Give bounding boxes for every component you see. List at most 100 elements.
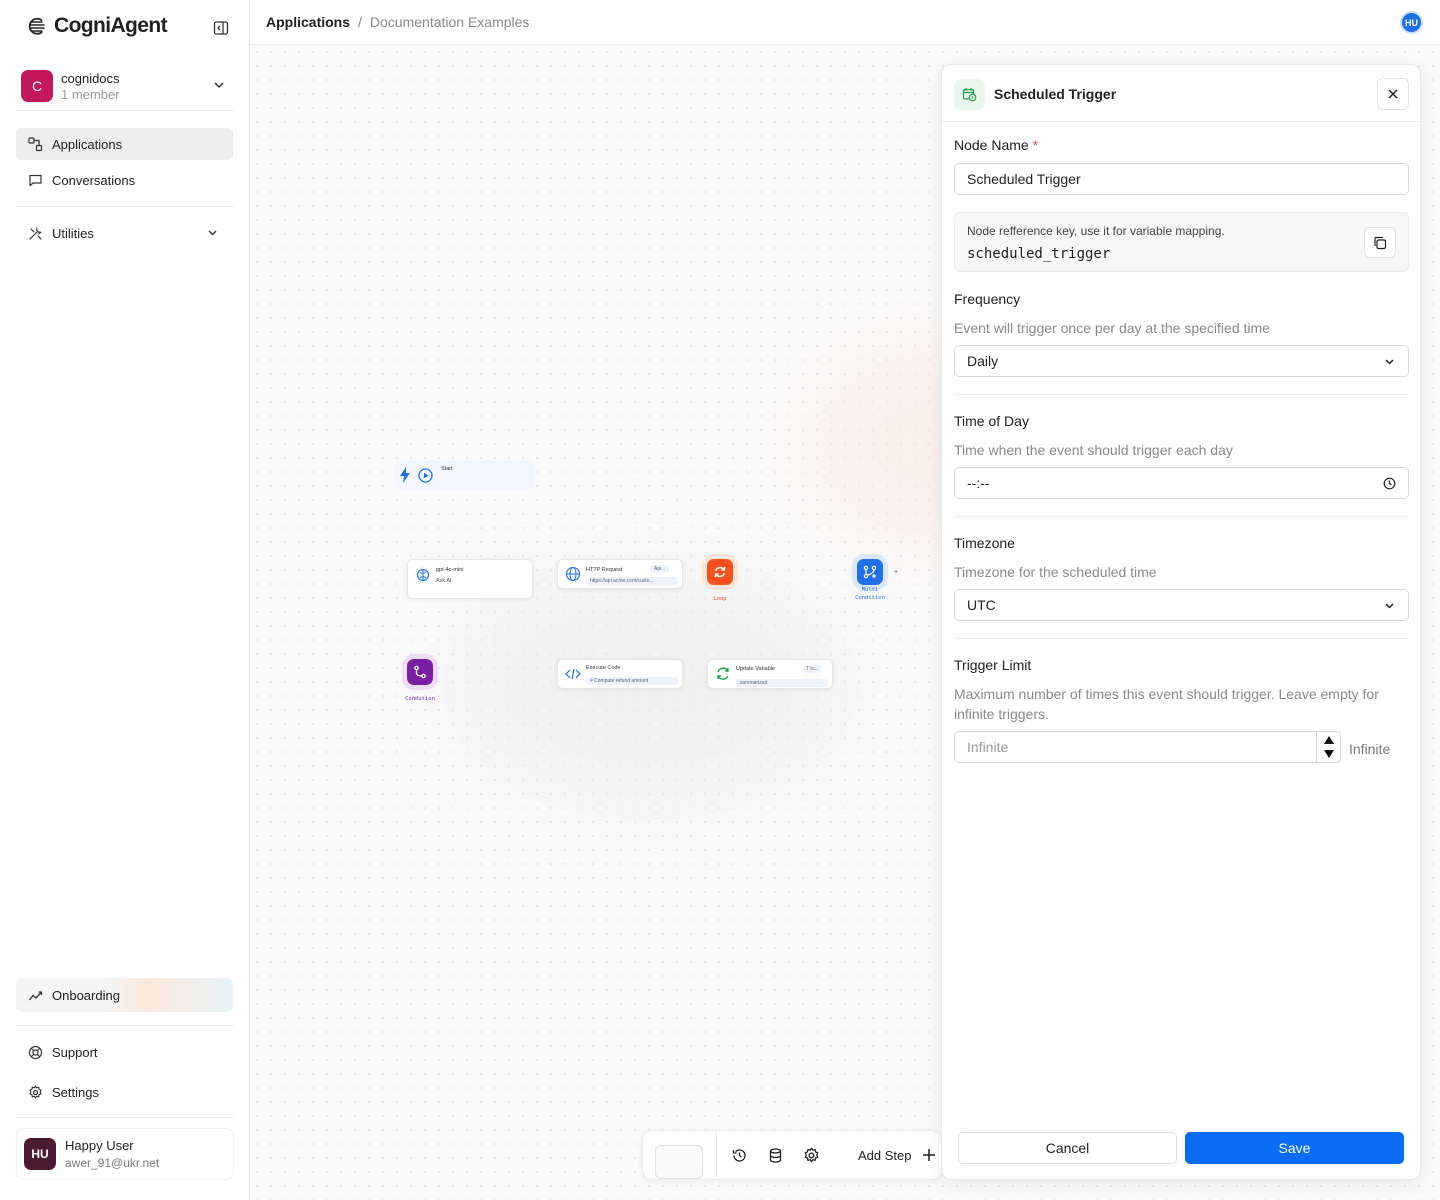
avatar: HU xyxy=(24,1138,56,1170)
branch-icon xyxy=(863,565,877,579)
history-icon[interactable] xyxy=(731,1147,748,1164)
timezone-select[interactable]: UTC xyxy=(954,589,1409,621)
caret-up-icon[interactable] xyxy=(1323,735,1335,745)
node-name-label: Node Name * xyxy=(954,137,1038,153)
collapse-sidebar-icon[interactable] xyxy=(213,20,229,36)
panel-header: Scheduled Trigger xyxy=(942,65,1420,122)
node-code-title: Execute Code xyxy=(586,665,621,671)
nav-onboarding-label: Onboarding xyxy=(52,987,120,1003)
chevron-down-icon xyxy=(214,82,224,89)
node-ask-ai[interactable]: gpt-4o-mini Ask AI xyxy=(407,559,533,599)
refresh-icon xyxy=(717,667,729,680)
nav-conversations-label: Conversations xyxy=(52,172,136,188)
chevron-down-icon xyxy=(1385,603,1394,609)
divider xyxy=(16,1025,234,1026)
play-icon xyxy=(418,468,433,483)
reference-key-box: Node refference key, use it for variable… xyxy=(954,212,1409,272)
add-step-button[interactable]: Add Step xyxy=(858,1148,912,1163)
user-name: Happy User xyxy=(65,1138,134,1153)
caret-down-icon[interactable] xyxy=(1323,749,1335,759)
gear-icon[interactable] xyxy=(803,1147,820,1164)
nav-utilities[interactable]: Utilities xyxy=(16,217,233,249)
divider xyxy=(954,638,1409,639)
globe-icon xyxy=(565,566,581,582)
node-loop[interactable] xyxy=(707,559,733,585)
sidebar: CogniAgent C cognidocs 1 member Applicat… xyxy=(0,0,250,1200)
timezone-value: UTC xyxy=(967,597,996,613)
applications-icon xyxy=(28,136,43,151)
plus-icon[interactable] xyxy=(922,1148,936,1162)
node-update-value: summarized xyxy=(736,679,828,687)
trigger-limit-label: Trigger Limit xyxy=(954,657,1032,673)
breadcrumb: Applications / Documentation Examples xyxy=(266,14,529,30)
org-avatar: C xyxy=(21,70,53,102)
node-start[interactable]: Start xyxy=(395,460,535,490)
node-update-chip: T ic... xyxy=(802,665,823,673)
code-icon xyxy=(565,668,581,680)
panel-title: Scheduled Trigger xyxy=(994,86,1117,102)
copy-icon xyxy=(1374,236,1387,249)
chat-bubble-icon xyxy=(29,174,42,186)
divider xyxy=(954,394,1409,395)
number-stepper[interactable] xyxy=(1316,732,1340,762)
node-loop-label: Loop xyxy=(713,596,727,602)
user-menu[interactable]: HU Happy User awer_91@ukr.net xyxy=(16,1128,234,1180)
lifebuoy-icon xyxy=(28,1045,43,1059)
node-settings-panel: Scheduled Trigger Node Name * Scheduled … xyxy=(941,64,1421,1180)
tools-icon xyxy=(29,226,42,240)
top-bar: Applications / Documentation Examples HU xyxy=(250,0,1440,45)
time-of-day-hint: Time when the event should trigger each … xyxy=(954,442,1233,458)
brand-name: CogniAgent xyxy=(54,14,168,37)
frequency-select[interactable]: Daily xyxy=(954,345,1409,377)
node-http-url: https://api.acme.com/custo... xyxy=(586,577,678,585)
database-icon[interactable] xyxy=(767,1147,784,1164)
node-condition-label: Condition xyxy=(405,696,435,702)
org-switcher[interactable]: C cognidocs 1 member xyxy=(16,64,234,108)
nav-applications[interactable]: Applications xyxy=(16,128,233,160)
cancel-button[interactable]: Cancel xyxy=(958,1132,1177,1164)
frequency-label: Frequency xyxy=(954,291,1021,307)
brand[interactable]: CogniAgent xyxy=(28,14,168,38)
gear-icon xyxy=(29,1084,42,1099)
frequency-value: Daily xyxy=(967,353,999,369)
nav-onboarding[interactable]: Onboarding xyxy=(16,978,233,1012)
user-email: awer_91@ukr.net xyxy=(65,1156,160,1170)
time-of-day-input[interactable]: --:-- xyxy=(954,467,1409,499)
divider xyxy=(716,1131,717,1181)
node-multi-condition[interactable] xyxy=(857,559,883,585)
node-execute-code[interactable]: Execute Code # Compute refund amount xyxy=(557,659,683,689)
reference-key-hint: Node refference key, use it for variable… xyxy=(967,224,1225,238)
trigger-limit-input[interactable]: Infinite xyxy=(954,731,1341,763)
node-name-input[interactable]: Scheduled Trigger xyxy=(954,163,1409,195)
nav-conversations[interactable]: Conversations xyxy=(16,164,233,196)
breadcrumb-applications[interactable]: Applications xyxy=(266,14,350,30)
branch-icon xyxy=(414,665,426,679)
clock-icon[interactable] xyxy=(1383,477,1396,490)
node-update-variable[interactable]: Update Variable T ic... summarized xyxy=(707,659,833,689)
divider xyxy=(16,206,234,207)
close-icon xyxy=(1388,89,1398,99)
node-condition[interactable] xyxy=(407,659,433,685)
trigger-limit-suffix: Infinite xyxy=(1349,741,1391,757)
trigger-limit-hint: Maximum number of times this event shoul… xyxy=(954,686,1379,722)
node-code-chip: # Compute refund amount xyxy=(586,677,678,685)
minimap[interactable] xyxy=(655,1145,703,1179)
nav-support[interactable]: Support xyxy=(16,1036,233,1068)
node-update-title: Update Variable xyxy=(736,666,776,672)
add-branch-icon[interactable]: + xyxy=(894,569,898,576)
nav-settings[interactable]: Settings xyxy=(16,1076,233,1108)
copy-button[interactable] xyxy=(1364,227,1396,258)
node-name-value: Scheduled Trigger xyxy=(967,171,1081,187)
nav-settings-label: Settings xyxy=(52,1084,99,1100)
calendar-clock-icon xyxy=(954,79,985,110)
node-http-chip: Api... xyxy=(650,565,670,573)
bolt-icon xyxy=(400,467,410,483)
close-button[interactable] xyxy=(1377,78,1409,110)
header-avatar[interactable]: HU xyxy=(1400,11,1423,34)
node-ai-sub: Ask AI xyxy=(436,578,452,584)
brain-icon xyxy=(415,567,431,583)
save-button[interactable]: Save xyxy=(1185,1132,1404,1164)
time-of-day-label: Time of Day xyxy=(954,413,1029,429)
org-members: 1 member xyxy=(61,86,120,102)
node-http-request[interactable]: HTTP Request Api... https://api.acme.com… xyxy=(557,559,683,589)
